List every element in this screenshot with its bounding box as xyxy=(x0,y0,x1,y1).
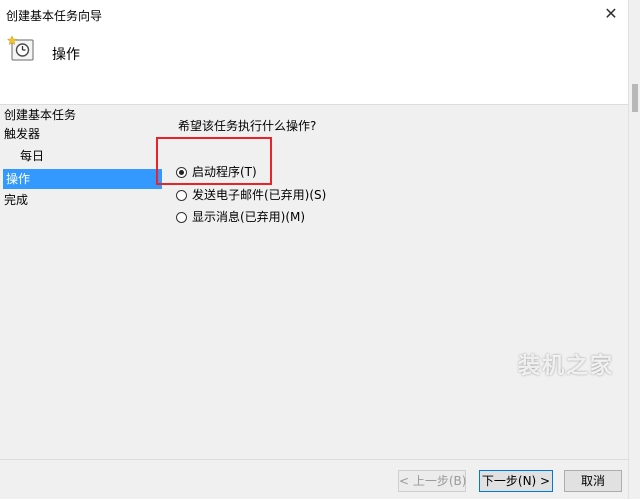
radio-show-message[interactable] xyxy=(176,211,187,223)
wizard-body: 创建基本任务 触发器 每日 操作 完成 希望该任务执行什么操作? 启动程序(T)… xyxy=(0,105,628,499)
option-send-email[interactable]: 发送电子邮件(已弃用)(S) xyxy=(176,186,326,204)
wizard-header: 操作 xyxy=(0,30,628,105)
watermark-logo: 装机之家 xyxy=(514,336,624,392)
option-label: 显示消息(已弃用)(M) xyxy=(192,210,306,224)
close-icon[interactable]: ✕ xyxy=(596,2,626,26)
window-scrollbar[interactable] xyxy=(628,0,640,499)
page-title: 操作 xyxy=(52,47,80,63)
nav-item-create-basic-task[interactable]: 创建基本任务 xyxy=(4,105,76,125)
radio-start-program[interactable] xyxy=(176,166,187,178)
wizard-nav: 创建基本任务 触发器 每日 操作 完成 xyxy=(0,105,162,459)
title-bar: 创建基本任务向导 ✕ xyxy=(0,0,628,30)
option-label: 启动程序(T) xyxy=(192,165,257,179)
wizard-footer: < 上一步(B) 下一步(N) > 取消 xyxy=(0,459,628,500)
option-label: 发送电子邮件(已弃用)(S) xyxy=(192,188,327,202)
cancel-button[interactable]: 取消 xyxy=(564,470,622,492)
task-clock-icon xyxy=(6,35,34,61)
nav-item-action[interactable]: 操作 xyxy=(3,169,162,189)
scrollbar-thumb[interactable] xyxy=(632,84,638,112)
window-title: 创建基本任务向导 xyxy=(6,9,103,23)
next-button[interactable]: 下一步(N) > xyxy=(479,470,553,492)
watermark-text: 装机之家 xyxy=(518,354,615,379)
option-show-message[interactable]: 显示消息(已弃用)(M) xyxy=(176,208,305,226)
back-button[interactable]: < 上一步(B) xyxy=(398,470,466,492)
action-question: 希望该任务执行什么操作? xyxy=(178,119,317,133)
nav-item-trigger[interactable]: 触发器 xyxy=(4,124,40,144)
nav-item-finish[interactable]: 完成 xyxy=(4,190,28,210)
radio-send-email[interactable] xyxy=(176,189,187,201)
option-start-program[interactable]: 启动程序(T) xyxy=(176,163,257,181)
nav-item-daily[interactable]: 每日 xyxy=(20,146,44,166)
